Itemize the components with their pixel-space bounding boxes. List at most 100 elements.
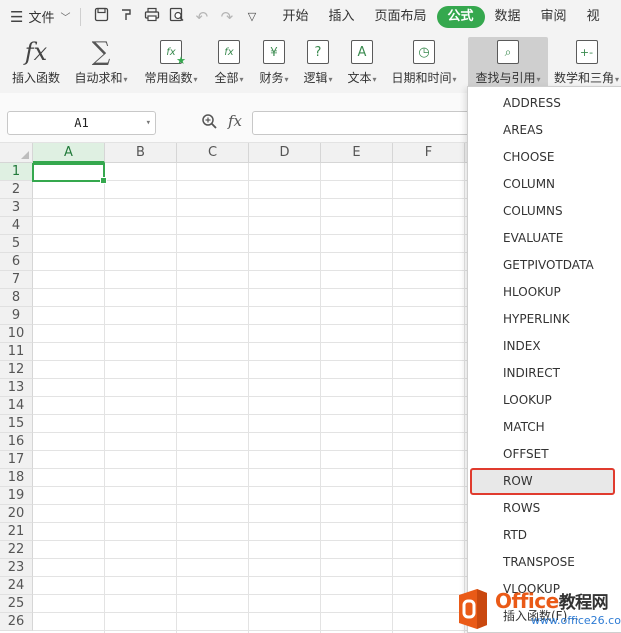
dropdown-item-getpivotdata[interactable]: GETPIVOTDATA [468, 252, 621, 279]
row-header-4[interactable]: 4 [0, 217, 33, 235]
row-header-9[interactable]: 9 [0, 307, 33, 325]
column-header-f[interactable]: F [393, 143, 465, 163]
dropdown-item-lookup[interactable]: LOOKUP [468, 387, 621, 414]
math-trig-label: 数学和三角 [553, 71, 614, 85]
dropdown-arrow-icon: ▾ [123, 75, 128, 84]
row-header-1[interactable]: 1 [0, 163, 33, 181]
text-label: 文本 [347, 71, 372, 85]
tab-formulas[interactable]: 公式 [436, 5, 485, 28]
column-header-e[interactable]: E [321, 143, 393, 163]
row-header-24[interactable]: 24 [0, 577, 33, 595]
column-header-a[interactable]: A [33, 143, 105, 163]
dropdown-item-hyperlink[interactable]: HYPERLINK [468, 306, 621, 333]
row-header-25[interactable]: 25 [0, 595, 33, 613]
insert-function-button[interactable]: fx 插入函数 [8, 37, 64, 89]
row-header-23[interactable]: 23 [0, 559, 33, 577]
tab-data[interactable]: 数据 [485, 6, 531, 28]
chevron-down-icon[interactable]: ▾ [146, 112, 151, 134]
date-time-button[interactable]: ◷ 日期和时间▾ [388, 37, 460, 89]
column-header-c[interactable]: C [177, 143, 249, 163]
dropdown-item-columns[interactable]: COLUMNS [468, 198, 621, 225]
logical-button[interactable]: ? 逻辑▾ [298, 37, 338, 89]
tab-view[interactable]: 视 [577, 6, 610, 28]
row-header-22[interactable]: 22 [0, 541, 33, 559]
autosum-label: 自动求和 [74, 71, 123, 85]
tab-insert[interactable]: 插入 [318, 6, 364, 28]
row-header-10[interactable]: 10 [0, 325, 33, 343]
dropdown-item-offset[interactable]: OFFSET [468, 441, 621, 468]
math-icon: +- [575, 40, 598, 64]
row-header-13[interactable]: 13 [0, 379, 33, 397]
file-menu[interactable]: ☰ 文件 ﹀ [10, 6, 70, 28]
dropdown-item-evaluate[interactable]: EVALUATE [468, 225, 621, 252]
dropdown-item-row[interactable]: ROW [470, 468, 615, 495]
print-icon[interactable] [139, 7, 164, 26]
dropdown-arrow-icon: ▾ [284, 75, 289, 84]
row-header-2[interactable]: 2 [0, 181, 33, 199]
insert-function-icon[interactable]: fx [228, 112, 242, 130]
row-header-18[interactable]: 18 [0, 469, 33, 487]
dropdown-item-address[interactable]: ADDRESS [468, 90, 621, 117]
text-button[interactable]: A 文本▾ [342, 37, 382, 89]
dropdown-arrow-icon: ▾ [452, 75, 457, 84]
fx-box-icon: fx [218, 40, 240, 64]
cell-reference: A1 [74, 116, 89, 130]
column-header-d[interactable]: D [249, 143, 321, 163]
row-header-5[interactable]: 5 [0, 235, 33, 253]
dropdown-arrow-icon: ▾ [328, 75, 333, 84]
yen-icon: ¥ [263, 40, 285, 64]
tab-home[interactable]: 开始 [272, 6, 318, 28]
common-functions-button[interactable]: fx ★ 常用函数▾ [139, 37, 203, 89]
autosum-button[interactable]: ∑ 自动求和▾ [70, 37, 132, 89]
dropdown-item-column[interactable]: COLUMN [468, 171, 621, 198]
active-cell-a1[interactable] [32, 163, 107, 184]
row-header-7[interactable]: 7 [0, 271, 33, 289]
all-functions-button[interactable]: fx 全部▾ [208, 37, 250, 89]
row-header-20[interactable]: 20 [0, 505, 33, 523]
row-header-8[interactable]: 8 [0, 289, 33, 307]
row-header-15[interactable]: 15 [0, 415, 33, 433]
fx-icon: fx [24, 38, 48, 66]
dropdown-item-index[interactable]: INDEX [468, 333, 621, 360]
row-header-26[interactable]: 26 [0, 613, 33, 631]
math-trig-button[interactable]: +- 数学和三角▾ [552, 37, 621, 89]
print-preview-icon[interactable] [164, 7, 189, 26]
save-icon[interactable] [89, 7, 114, 26]
dropdown-arrow-icon: ▾ [193, 75, 198, 84]
format-painter-icon[interactable] [114, 7, 139, 26]
redo-icon[interactable]: ↷ [214, 8, 239, 26]
dropdown-item-indirect[interactable]: INDIRECT [468, 360, 621, 387]
watermark: Office教程网 www.office26.com [455, 584, 621, 633]
dropdown-item-choose[interactable]: CHOOSE [468, 144, 621, 171]
customize-toolbar-icon[interactable]: ▽ [239, 10, 264, 23]
dropdown-item-areas[interactable]: AREAS [468, 117, 621, 144]
dropdown-item-match[interactable]: MATCH [468, 414, 621, 441]
name-box[interactable]: A1 ▾ [7, 111, 156, 135]
row-header-6[interactable]: 6 [0, 253, 33, 271]
column-header-b[interactable]: B [105, 143, 177, 163]
row-header-3[interactable]: 3 [0, 199, 33, 217]
dropdown-item-rtd[interactable]: RTD [468, 522, 621, 549]
select-all-corner[interactable] [0, 143, 33, 163]
dropdown-item-hlookup[interactable]: HLOOKUP [468, 279, 621, 306]
ribbon: fx 插入函数 ∑ 自动求和▾ fx ★ 常用函数▾ fx 全部▾ ¥ 财务▾ ?… [0, 33, 621, 93]
dropdown-item-rows[interactable]: ROWS [468, 495, 621, 522]
tab-page-layout[interactable]: 页面布局 [365, 6, 437, 28]
row-header-14[interactable]: 14 [0, 397, 33, 415]
tab-review[interactable]: 审阅 [531, 6, 577, 28]
row-header-12[interactable]: 12 [0, 361, 33, 379]
dropdown-arrow-icon: ▾ [372, 75, 377, 84]
row-header-16[interactable]: 16 [0, 433, 33, 451]
lookup-reference-button[interactable]: ⌕ 查找与引用▾ [468, 37, 548, 89]
star-function-icon: fx ★ [160, 40, 186, 67]
undo-icon[interactable]: ↶ [189, 8, 214, 26]
zoom-icon[interactable] [201, 113, 218, 134]
row-header-11[interactable]: 11 [0, 343, 33, 361]
row-header-21[interactable]: 21 [0, 523, 33, 541]
row-header-19[interactable]: 19 [0, 487, 33, 505]
financial-button[interactable]: ¥ 财务▾ [254, 37, 294, 89]
dropdown-arrow-icon: ▾ [239, 75, 244, 84]
row-header-17[interactable]: 17 [0, 451, 33, 469]
clock-icon: ◷ [413, 40, 435, 64]
dropdown-item-transpose[interactable]: TRANSPOSE [468, 549, 621, 576]
